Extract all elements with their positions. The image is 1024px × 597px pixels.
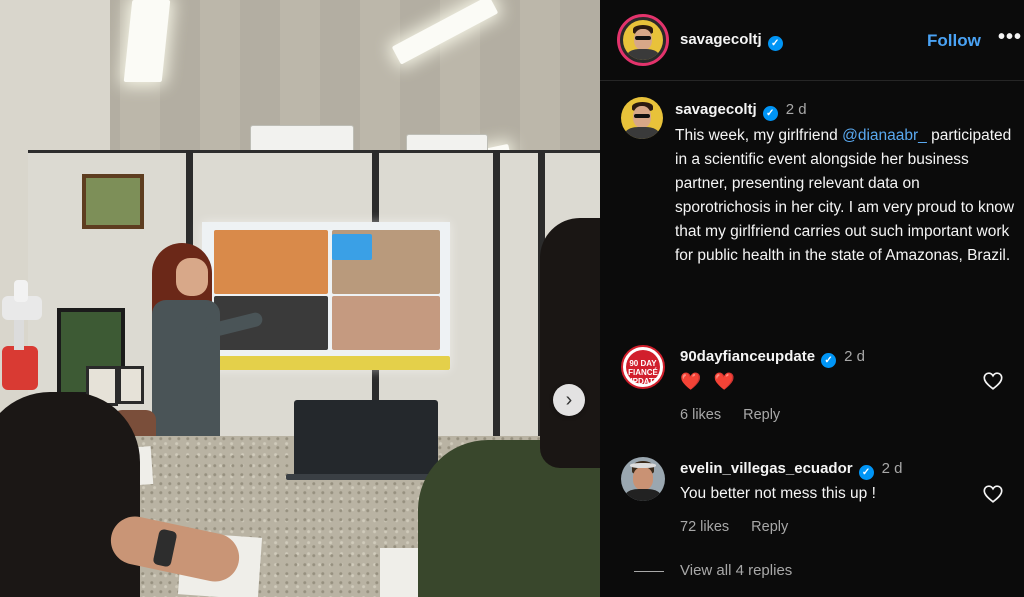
post-sidebar: savagecoltj ✓ Follow ••• savagecoltj ✓ 2 d … (600, 0, 1024, 597)
heart-outline-icon[interactable] (982, 483, 1004, 505)
divider-line (634, 570, 664, 572)
commenter-username[interactable]: 90dayfianceupdate ✓ 2 d (680, 348, 865, 368)
reply-button[interactable]: Reply (743, 407, 780, 423)
verified-badge-icon: ✓ (767, 36, 783, 51)
mention-link[interactable]: @dianaabr_ (842, 127, 927, 144)
verified-badge-icon: ✓ (762, 106, 778, 121)
microscope (2, 280, 42, 390)
author-name[interactable]: savagecoltj (680, 31, 762, 48)
commenter-avatar[interactable] (621, 457, 665, 501)
projection-screen (202, 222, 450, 370)
author-username[interactable]: savagecoltj ✓ (680, 31, 783, 51)
comment-timestamp: 2 d (844, 348, 865, 365)
comment-meta: 72 likes Reply (680, 519, 810, 535)
like-count[interactable]: 6 likes (680, 407, 721, 423)
commenter-name[interactable]: evelin_villegas_ecuador (680, 460, 853, 477)
comment-text: ❤️ ❤️ (680, 372, 740, 391)
post-header: savagecoltj ✓ Follow ••• (600, 0, 1024, 81)
caption-text: This week, my girlfriend @dianaabr_ part… (675, 127, 1015, 264)
chevron-right-icon: › (565, 389, 573, 411)
commenter-avatar[interactable]: 90 DAY FIANCÉ UPDATE (621, 345, 665, 389)
caption-author-avatar[interactable] (621, 97, 663, 139)
verified-badge-icon: ✓ (858, 465, 874, 480)
follow-button[interactable]: Follow (927, 31, 981, 51)
commenter-name[interactable]: 90dayfianceupdate (680, 348, 815, 365)
cat-image (214, 230, 328, 294)
comment-item: evelin_villegas_ecuador ✓ 2 d You better n… (600, 455, 1024, 565)
caption-timestamp: 2 d (785, 101, 807, 118)
verified-badge-icon: ✓ (821, 353, 837, 368)
like-count[interactable]: 72 likes (680, 519, 729, 535)
caption-author-name[interactable]: savagecoltj (675, 101, 757, 118)
photo-frame (118, 366, 144, 404)
comment-meta: 6 likes Reply (680, 407, 802, 423)
comment-item: 90 DAY FIANCÉ UPDATE 90dayfianceupdate ✓ 2… (600, 340, 1024, 440)
view-replies-label[interactable]: View all 4 replies (680, 562, 792, 579)
next-photo-button[interactable]: › (553, 384, 585, 416)
reply-button[interactable]: Reply (751, 519, 788, 535)
comment-timestamp: 2 d (881, 460, 903, 477)
commenter-username[interactable]: evelin_villegas_ecuador ✓ 2 d (680, 460, 902, 480)
author-avatar[interactable] (617, 14, 669, 66)
laptop (294, 400, 438, 478)
wall-painting (82, 174, 144, 229)
post-photo: › (0, 0, 600, 597)
caption-username[interactable]: savagecoltj ✓ 2 d (675, 101, 807, 121)
brand-logo: 90 DAY FIANCÉ UPDATE (626, 350, 660, 386)
heart-outline-icon[interactable] (982, 370, 1004, 392)
comment-text: You better not mess this up ! (680, 485, 876, 502)
person (0, 392, 140, 597)
view-replies-button[interactable]: View all 4 replies (634, 562, 792, 579)
more-options-icon[interactable]: ••• (998, 26, 1022, 49)
